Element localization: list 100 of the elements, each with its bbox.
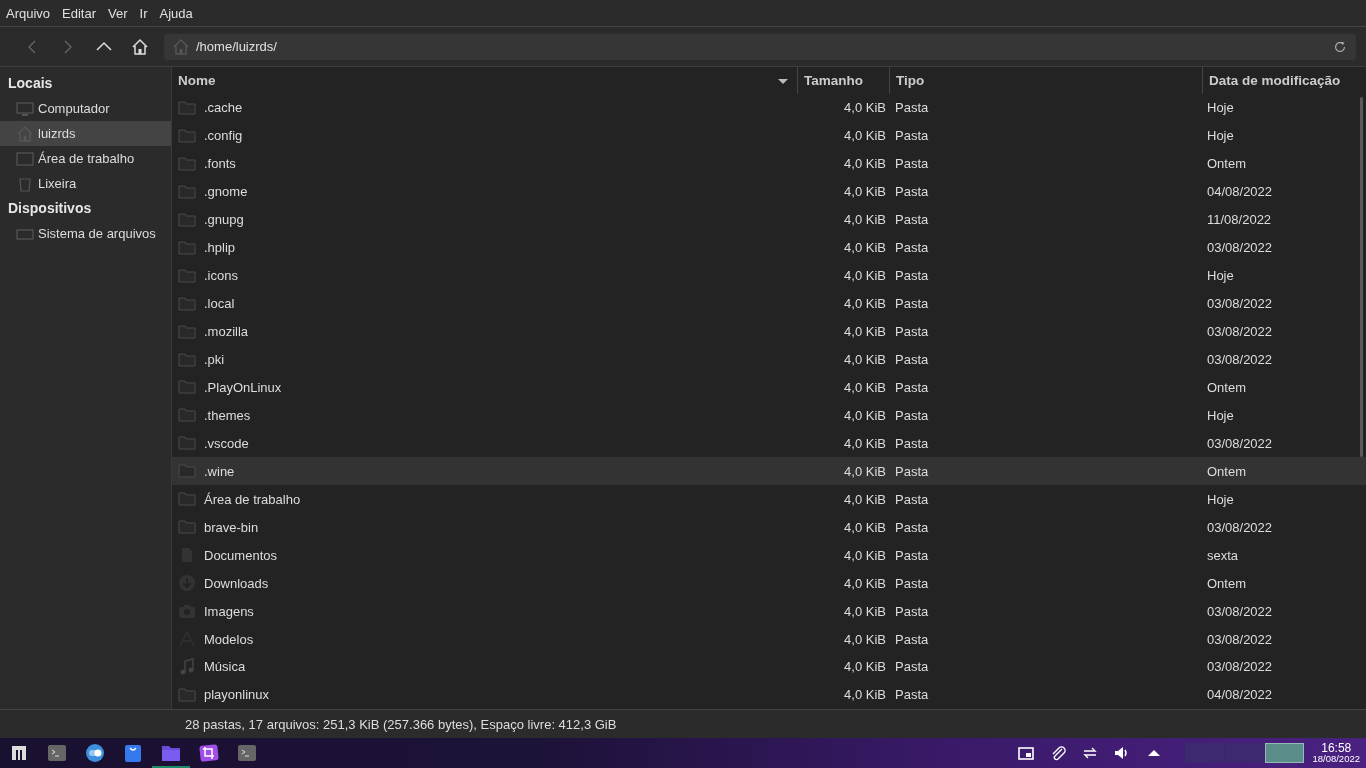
menu-item[interactable]: Ver [104,5,132,21]
file-row[interactable]: .config 4,0 KiB Pasta Hoje [172,121,1366,150]
file-name: .wine [204,463,235,479]
folder-icon [178,154,196,173]
sidebar-heading: Dispositivos [7,199,93,218]
file-name: brave-bin [204,519,259,535]
file-type: Pasta [895,324,929,340]
music-note-icon [178,658,196,676]
file-name: .fonts [204,156,236,172]
file-row[interactable]: Modelos 4,0 KiB Pasta 03/08/2022 [172,625,1366,653]
file-row[interactable]: Downloads 4,0 KiB Pasta Ontem [172,569,1366,598]
column-header[interactable]: Data de modificação [1209,72,1341,88]
file-name: Modelos [204,631,254,647]
sidebar-item[interactable]: luizrds [0,121,171,146]
file-name: .cache [204,100,243,116]
clock-time: 16:58 [1321,742,1352,755]
file-row[interactable]: Música 4,0 KiB Pasta 03/08/2022 [172,653,1366,681]
computer-icon [16,99,34,118]
modified-date: 03/08/2022 [1207,435,1273,451]
file-type: Pasta [895,519,929,535]
file-row[interactable]: Área de trabalho 4,0 KiB Pasta Hoje [172,485,1366,514]
window-icon [1017,744,1036,762]
crop-icon [199,743,219,763]
location-bar[interactable]: /home/luizrds/ [164,33,1356,60]
file-type: Pasta [895,463,929,479]
folder-icon [178,378,196,397]
file-size: 4,0 KiB [844,296,886,312]
folder-icon [178,98,196,117]
menu-item[interactable]: Ir [135,5,152,21]
file-type: Pasta [895,212,929,228]
toggle-icon [85,743,105,763]
folder-icon [178,238,196,257]
file-row[interactable]: .fonts 4,0 KiB Pasta Ontem [172,149,1366,178]
file-size: 4,0 KiB [844,463,886,479]
modified-date: 03/08/2022 [1207,296,1273,312]
column-header[interactable]: Nome [178,72,216,88]
modified-date: Hoje [1207,128,1234,144]
file-row[interactable]: .gnupg 4,0 KiB Pasta 11/08/2022 [172,205,1366,234]
column-header[interactable]: Tipo [896,72,925,88]
column-header[interactable]: Tamanho [804,72,863,88]
file-row[interactable]: .PlayOnLinux 4,0 KiB Pasta Ontem [172,373,1366,402]
modified-date: 03/08/2022 [1207,352,1273,367]
file-size: 4,0 KiB [844,100,886,116]
file-row[interactable]: .hplip 4,0 KiB Pasta 03/08/2022 [172,233,1366,262]
sidebar-item[interactable]: Lixeira [0,171,171,196]
file-type: Pasta [895,379,929,395]
file-row[interactable]: playonlinux 4,0 KiB Pasta 04/08/2022 [172,680,1366,709]
file-name: .mozilla [204,324,249,340]
menu-logo-icon [11,745,27,761]
file-row[interactable]: .vscode 4,0 KiB Pasta 03/08/2022 [172,429,1366,458]
file-size: 4,0 KiB [844,547,886,563]
modified-date: Ontem [1207,463,1246,479]
workspace-button[interactable] [1265,743,1305,763]
modified-date: Ontem [1207,379,1246,395]
location-path: /home/luizrds/ [196,39,278,54]
file-type: Pasta [895,659,929,675]
file-row[interactable]: .mozilla 4,0 KiB Pasta 03/08/2022 [172,317,1366,346]
modified-date: Hoje [1207,100,1234,116]
sidebar-item[interactable]: Computador [0,96,171,121]
scrollbar-thumb[interactable] [1360,97,1363,457]
file-name: .hplip [204,240,236,256]
file-row[interactable]: .local 4,0 KiB Pasta 03/08/2022 [172,289,1366,318]
file-row[interactable]: .themes 4,0 KiB Pasta Hoje [172,401,1366,430]
modified-date: Ontem [1207,575,1246,591]
file-row[interactable]: .pki 4,0 KiB Pasta 03/08/2022 [172,345,1366,374]
file-name: Música [204,659,246,675]
file-row[interactable]: Imagens 4,0 KiB Pasta 03/08/2022 [172,597,1366,626]
modified-date: Ontem [1207,156,1246,172]
menu-item[interactable]: Editar [58,5,101,21]
file-type: Pasta [895,435,929,451]
sidebar-item[interactable]: Área de trabalho [0,146,171,171]
file-name: .themes [204,407,251,423]
file-size: 4,0 KiB [844,184,886,200]
folder-icon [178,322,196,341]
file-size: 4,0 KiB [844,575,886,591]
file-size: 4,0 KiB [844,128,886,144]
modified-date: Hoje [1207,268,1234,284]
shopping-bag-icon [123,743,143,763]
file-type: Pasta [895,156,929,172]
modified-date: sexta [1207,547,1239,563]
file-row[interactable]: .cache 4,0 KiB Pasta Hoje [172,93,1366,122]
file-row[interactable]: Documentos 4,0 KiB Pasta sexta [172,541,1366,570]
file-type: Pasta [895,687,929,703]
menu-item[interactable]: Ajuda [155,5,197,21]
file-type: Pasta [895,184,929,200]
modified-date: 04/08/2022 [1207,687,1273,703]
file-row[interactable]: .gnome 4,0 KiB Pasta 04/08/2022 [172,177,1366,206]
menu-item[interactable]: Arquivo [2,5,55,21]
sidebar-item[interactable]: Sistema de arquivos [0,221,171,246]
file-type: Pasta [895,296,929,312]
file-size: 4,0 KiB [844,687,886,703]
file-type: Pasta [895,631,929,647]
file-row[interactable]: brave-bin 4,0 KiB Pasta 03/08/2022 [172,513,1366,542]
clock-date: 18/08/2022 [1312,754,1360,764]
folder-icon [178,685,196,704]
file-name: playonlinux [204,687,270,703]
file-row[interactable]: .wine 4,0 KiB Pasta Ontem [172,457,1366,486]
file-row[interactable]: .icons 4,0 KiB Pasta Hoje [172,261,1366,290]
file-size: 4,0 KiB [844,379,886,395]
modified-date: 03/08/2022 [1207,659,1273,675]
